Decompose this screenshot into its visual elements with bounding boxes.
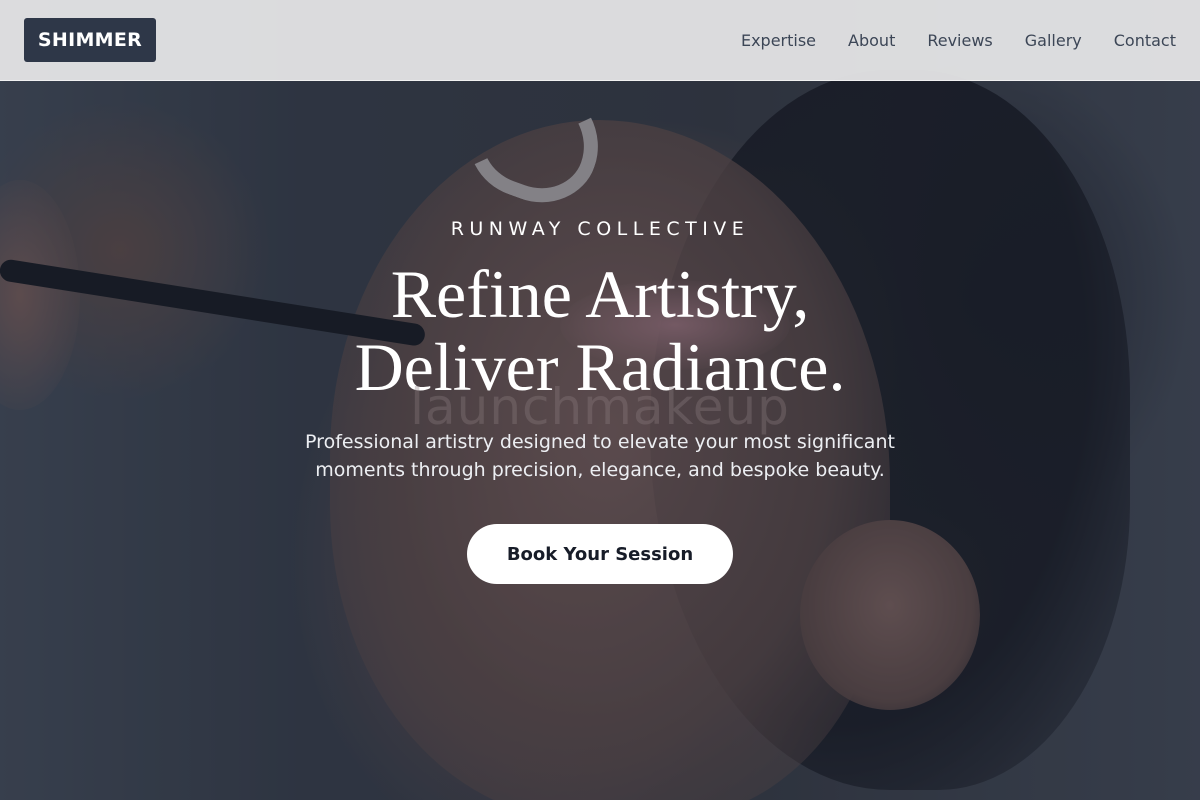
hero-headline-line1: Refine Artistry, [390, 256, 810, 332]
book-session-button[interactable]: Book Your Session [467, 524, 733, 584]
hero-eyebrow: RUNWAY COLLECTIVE [450, 218, 750, 240]
hero-subtext: Professional artistry designed to elevat… [305, 431, 895, 481]
hero-content: RUNWAY COLLECTIVE Refine Artistry, Deliv… [0, 0, 1200, 800]
